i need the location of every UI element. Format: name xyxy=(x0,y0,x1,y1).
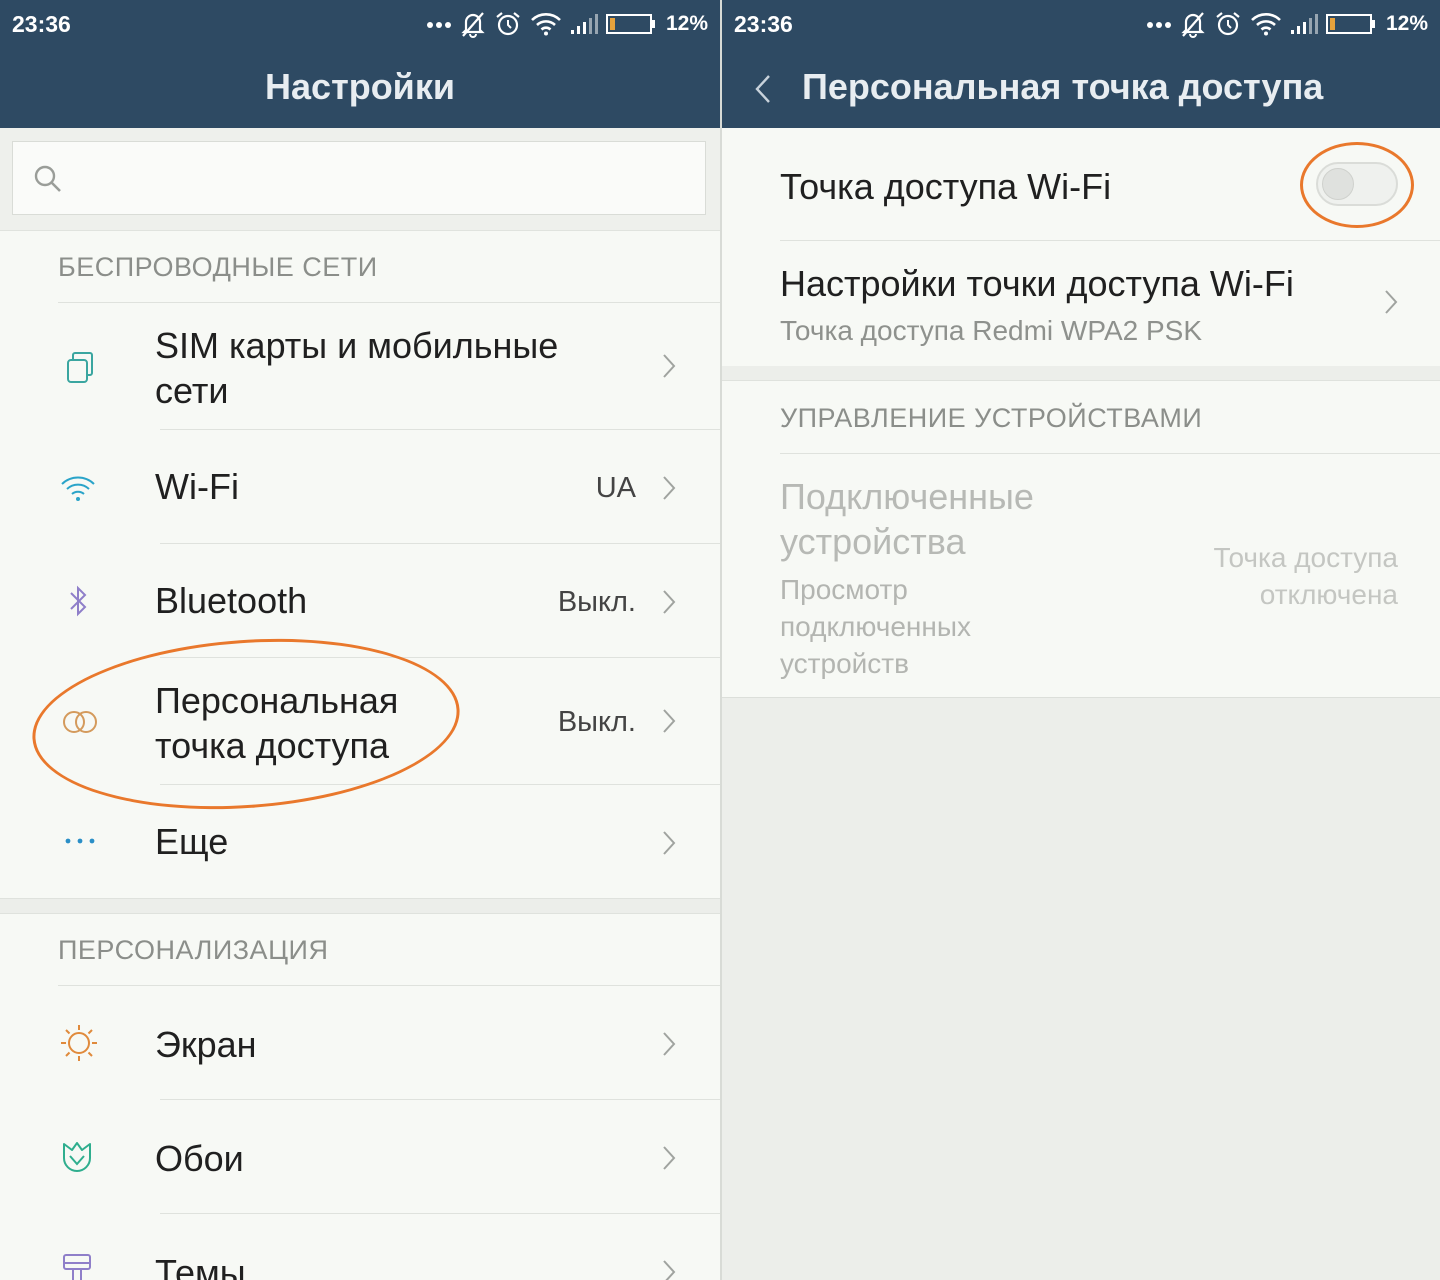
wifi-value: UA xyxy=(595,472,636,504)
chevron-right-icon xyxy=(663,590,676,614)
back-arrow-icon[interactable] xyxy=(754,74,772,104)
section-header-devices: УПРАВЛЕНИЕ УСТРОЙСТВАМИ xyxy=(780,403,1203,433)
page-title: Настройки xyxy=(265,66,455,107)
toggle-knob xyxy=(1322,168,1354,200)
settings-screen: 23:36 12% Настройки БЕСПРОВОДНЫЕ СЕТИ SI… xyxy=(0,0,720,1280)
silent-bell-icon xyxy=(461,12,485,38)
hotspot-panel: Точка доступа Wi-Fi Настройки точки дост… xyxy=(722,128,1440,366)
sim-label-line1: SIM карты и мобильные xyxy=(155,325,559,366)
search-icon xyxy=(34,165,61,192)
connected-title-line1: Подключенные xyxy=(780,476,1034,517)
screen-label: Экран xyxy=(155,1024,257,1065)
app-bar: 23:36 12% Персональная точка доступа xyxy=(722,0,1440,128)
wifi-icon xyxy=(61,476,95,501)
signal-icon xyxy=(1290,14,1318,34)
connected-title-line2: устройства xyxy=(780,521,966,562)
signal-icon xyxy=(570,14,598,34)
app-bar: 23:36 12% Настройки xyxy=(0,0,720,128)
chevron-right-icon xyxy=(663,831,676,855)
sidebar-item-more[interactable]: Еще xyxy=(0,785,720,898)
connected-sub-line1: Просмотр xyxy=(780,574,908,605)
chevron-right-icon xyxy=(663,476,676,500)
hotspot-label-line1: Персональная xyxy=(155,680,399,721)
status-icons: 12% xyxy=(426,8,708,40)
silent-bell-icon xyxy=(1181,12,1205,38)
hotspot-value: Выкл. xyxy=(557,706,636,738)
more-dots-icon xyxy=(65,838,95,844)
status-time: 23:36 xyxy=(734,11,793,37)
status-icons: 12% xyxy=(1146,8,1428,40)
sidebar-item-sim[interactable]: SIM карты и мобильные сети xyxy=(0,303,720,429)
more-notifications-icon xyxy=(1146,22,1171,28)
chevron-right-icon xyxy=(663,1260,676,1280)
sidebar-item-bluetooth[interactable]: Bluetooth Выкл. xyxy=(0,544,720,657)
wifi-status-icon xyxy=(531,13,561,36)
section-header-wireless: БЕСПРОВОДНЫЕ СЕТИ xyxy=(58,252,378,282)
battery-icon xyxy=(1325,14,1375,34)
battery-percent: 12% xyxy=(665,12,708,35)
more-notifications-icon xyxy=(426,22,451,28)
sim-cards-icon xyxy=(67,352,93,383)
brightness-icon xyxy=(61,1025,97,1061)
hotspot-toggle-label: Точка доступа Wi-Fi xyxy=(780,166,1112,207)
search-input[interactable] xyxy=(83,156,687,202)
alarm-icon xyxy=(1216,12,1240,36)
connected-sub-line2: подключенных xyxy=(780,611,971,642)
battery-percent: 12% xyxy=(1385,12,1428,35)
more-label: Еще xyxy=(155,821,229,862)
hotspot-toggle-switch[interactable] xyxy=(1316,162,1398,206)
hotspot-screen: 23:36 12% Персональная точка доступа Точ… xyxy=(722,0,1440,1280)
page-title: Персональная точка доступа xyxy=(802,66,1324,107)
bluetooth-label: Bluetooth xyxy=(155,580,308,621)
themes-brush-icon xyxy=(63,1254,91,1280)
sidebar-item-themes[interactable]: Темы xyxy=(0,1214,720,1280)
divider xyxy=(780,453,1440,454)
hotspot-settings-sub: Точка доступа Redmi WPA2 PSK xyxy=(780,315,1203,346)
chevron-right-icon xyxy=(663,1146,676,1170)
hotspot-settings-label: Настройки точки доступа Wi-Fi xyxy=(780,263,1294,304)
hotspot-label-line2: точка доступа xyxy=(155,725,390,766)
hotspot-icon xyxy=(63,711,97,733)
connected-sub-line3: устройств xyxy=(780,648,909,679)
themes-label: Темы xyxy=(155,1252,246,1280)
status-time: 23:36 xyxy=(12,11,71,37)
section-header-personalization: ПЕРСОНАЛИЗАЦИЯ xyxy=(58,935,329,965)
chevron-right-icon xyxy=(1385,290,1398,314)
wallpaper-label: Обои xyxy=(155,1138,244,1179)
bluetooth-icon xyxy=(70,585,87,617)
chevron-right-icon xyxy=(663,709,676,733)
battery-icon xyxy=(605,14,655,34)
status-bar: 23:36 12% xyxy=(722,0,1440,48)
device-management-section: УПРАВЛЕНИЕ УСТРОЙСТВАМИ Подключенные уст… xyxy=(722,380,1440,698)
search-area xyxy=(0,128,720,231)
sidebar-item-wallpaper[interactable]: Обои xyxy=(0,1100,720,1213)
sidebar-item-hotspot[interactable]: Персональная точка доступа Выкл. xyxy=(0,658,720,784)
alarm-icon xyxy=(496,12,520,36)
chevron-right-icon xyxy=(663,1032,676,1056)
section-gap xyxy=(0,898,720,914)
wifi-label: Wi-Fi xyxy=(155,466,239,507)
sim-label-line2: сети xyxy=(155,370,229,411)
hotspot-settings-row[interactable]: Настройки точки доступа Wi-Fi Точка дост… xyxy=(722,241,1440,366)
bluetooth-value: Выкл. xyxy=(557,586,636,618)
sidebar-item-wifi[interactable]: Wi-Fi UA xyxy=(0,430,720,543)
connected-status-line1: Точка доступа xyxy=(1213,542,1398,573)
connected-status-line2: отключена xyxy=(1259,579,1398,610)
chevron-right-icon xyxy=(663,354,676,378)
search-box[interactable] xyxy=(12,141,706,215)
status-bar: 23:36 12% xyxy=(0,0,720,48)
wallpaper-flower-icon xyxy=(63,1142,91,1172)
sidebar-item-screen[interactable]: Экран xyxy=(0,986,720,1099)
wifi-status-icon xyxy=(1251,13,1281,36)
